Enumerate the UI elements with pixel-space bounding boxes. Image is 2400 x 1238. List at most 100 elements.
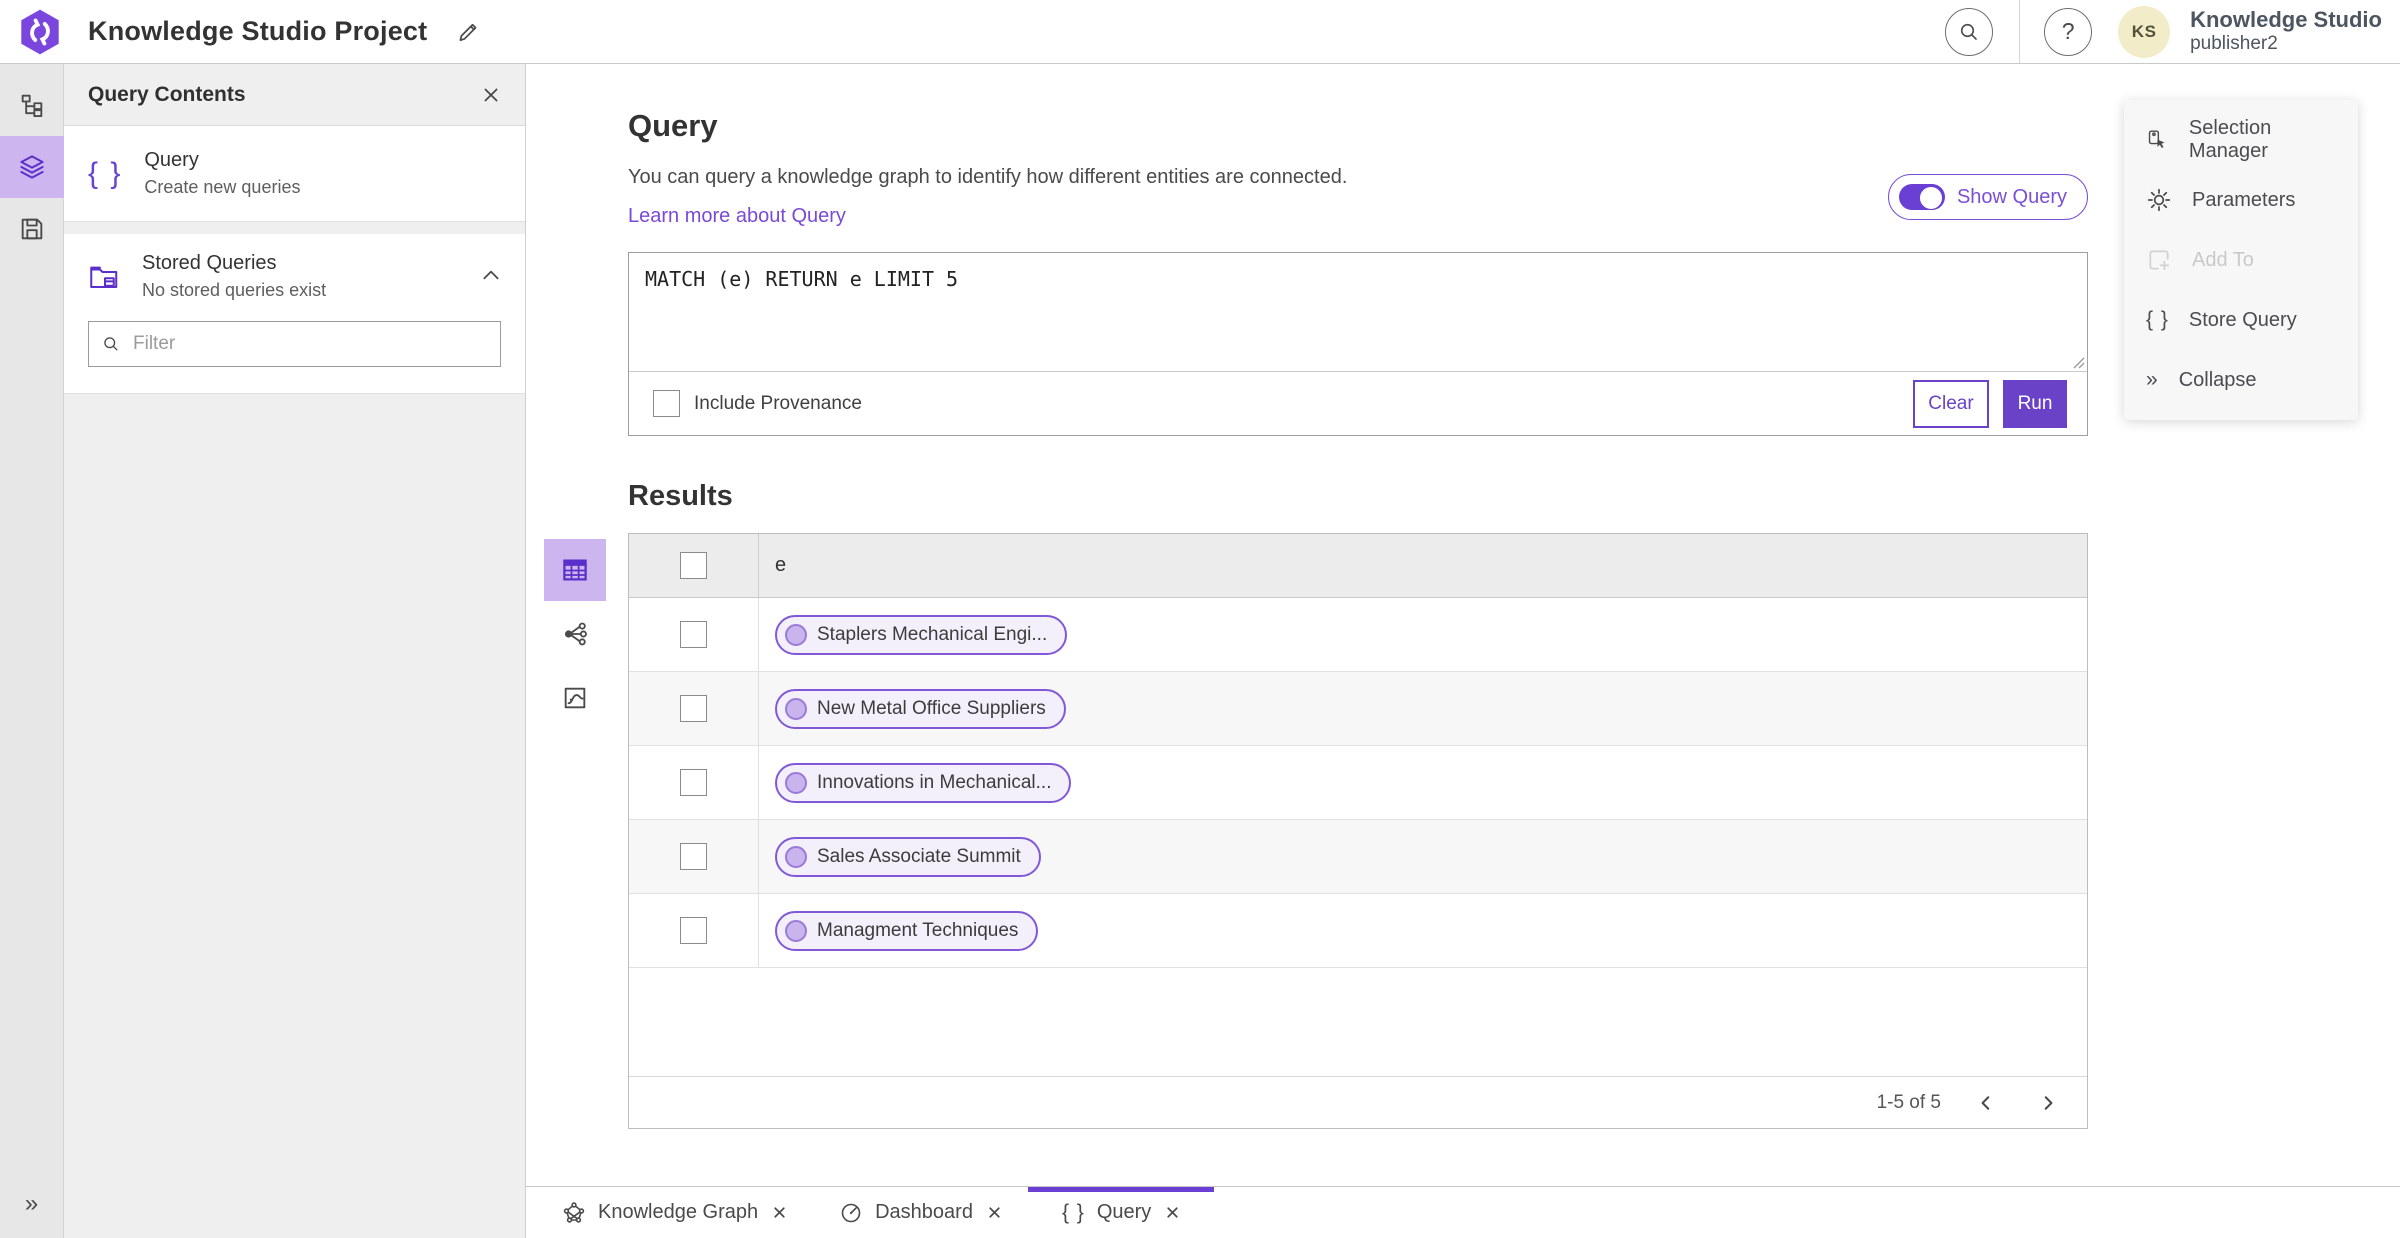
link-chart-icon <box>564 622 587 646</box>
menu-item-store-query[interactable]: { } Store Query <box>2124 290 2358 350</box>
table-header-row: e <box>629 534 2087 598</box>
table-pagination: 1-5 of 5 <box>629 1076 2087 1128</box>
prev-page-button[interactable] <box>1969 1086 2003 1120</box>
table-row[interactable]: Innovations in Mechanical... <box>629 746 2087 820</box>
rail-item-contents[interactable] <box>0 136 64 198</box>
table-empty-space <box>629 968 2087 1076</box>
panel-close-button[interactable] <box>481 85 501 105</box>
menu-item-selection-manager[interactable]: Selection Manager <box>2124 110 2358 170</box>
filter-input[interactable] <box>133 333 488 355</box>
menu-item-collapse[interactable]: » Collapse <box>2124 350 2358 410</box>
close-icon <box>774 1207 785 1218</box>
entity-chip[interactable]: New Metal Office Suppliers <box>775 688 1066 729</box>
row-checkbox[interactable] <box>680 695 707 722</box>
entity-dot-icon <box>785 771 807 794</box>
filter-field <box>88 321 501 367</box>
map-view-button[interactable] <box>544 667 606 729</box>
pencil-icon <box>459 23 477 41</box>
row-checkbox[interactable] <box>680 621 707 648</box>
panel-title: Query Contents <box>88 82 246 106</box>
include-provenance-checkbox[interactable] <box>653 390 680 417</box>
account-name: Knowledge Studio <box>2190 6 2382 32</box>
top-bar-right: ? KS Knowledge Studio publisher2 <box>1945 0 2400 63</box>
menu-item-parameters[interactable]: Parameters <box>2124 170 2358 230</box>
rail-item-data-model[interactable] <box>0 74 64 136</box>
chevron-up-icon <box>483 270 499 280</box>
help-button[interactable]: ? <box>2044 7 2093 56</box>
include-provenance-label: Include Provenance <box>694 392 862 414</box>
table-row[interactable]: Managment Techniques <box>629 894 2087 968</box>
entity-chip[interactable]: Innovations in Mechanical... <box>775 762 1072 803</box>
search-button[interactable] <box>1945 7 1994 56</box>
entity-chip[interactable]: Staplers Mechanical Engi... <box>775 614 1068 655</box>
tab-dashboard[interactable]: Dashboard <box>813 1187 1028 1238</box>
edit-title-button[interactable] <box>455 19 481 45</box>
results-table: e Staplers Mechanical Engi... New Metal … <box>628 533 2088 1129</box>
stored-queries-section: Stored Queries No stored queries exist <box>64 234 525 394</box>
select-all-checkbox[interactable] <box>680 552 707 579</box>
entity-chip[interactable]: Sales Associate Summit <box>775 836 1041 877</box>
dashboard-gauge-icon <box>841 1203 861 1222</box>
show-query-toggle[interactable]: Show Query <box>1887 174 2088 220</box>
resize-grip-icon[interactable] <box>2071 355 2085 369</box>
rail-item-save[interactable] <box>0 198 64 260</box>
close-tab-button[interactable] <box>1165 1205 1180 1220</box>
table-row[interactable]: Sales Associate Summit <box>629 820 2087 894</box>
avatar[interactable]: KS <box>2118 5 2171 58</box>
row-checkbox[interactable] <box>680 917 707 944</box>
header-divider <box>2019 0 2021 63</box>
double-chevron-icon: » <box>24 1190 39 1217</box>
row-checkbox[interactable] <box>680 769 707 796</box>
toggle-switch <box>1898 184 1945 210</box>
panel-item-query[interactable]: { } Query Create new queries <box>64 126 525 222</box>
gear-icon <box>2147 188 2171 212</box>
run-button[interactable]: Run <box>2003 379 2067 428</box>
stored-queries-label: Stored Queries <box>142 252 277 274</box>
row-checkbox[interactable] <box>680 843 707 870</box>
query-editor-footer: Include Provenance Clear Run <box>629 371 2087 435</box>
chevron-right-icon <box>2044 1095 2053 1110</box>
save-icon <box>21 218 42 240</box>
panel-header: Query Contents <box>64 64 525 126</box>
link-chart-view-button[interactable] <box>544 603 606 665</box>
tab-query[interactable]: { } Query <box>1028 1187 1214 1238</box>
tab-knowledge-graph[interactable]: Knowledge Graph <box>536 1187 813 1238</box>
chevron-left-icon <box>1981 1095 1990 1110</box>
stored-queries-sublabel: No stored queries exist <box>142 280 327 300</box>
close-icon <box>1167 1207 1178 1218</box>
panel-item-query-label: Query <box>144 149 199 171</box>
account-info[interactable]: Knowledge Studio publisher2 <box>2190 7 2382 56</box>
collapse-section-button[interactable] <box>481 268 501 285</box>
next-page-button[interactable] <box>2031 1086 2065 1120</box>
query-editor-input[interactable]: MATCH (e) RETURN e LIMIT 5 <box>629 253 2087 371</box>
stored-queries-header[interactable]: Stored Queries No stored queries exist <box>64 234 525 305</box>
query-tools-menu: Selection Manager Parameters Add To {} … <box>2124 100 2358 420</box>
entity-dot-icon <box>785 623 807 646</box>
entity-dot-icon <box>785 697 807 720</box>
main-area: Query You can query a knowledge graph to… <box>526 64 2400 1238</box>
table-view-button[interactable] <box>544 539 606 601</box>
account-username: publisher2 <box>2190 33 2278 55</box>
collapse-chevrons-icon: » <box>2146 368 2159 391</box>
table-icon <box>563 559 587 581</box>
show-query-label: Show Query <box>1956 185 2067 208</box>
table-row[interactable]: New Metal Office Suppliers <box>629 672 2087 746</box>
stored-queries-folder-icon <box>90 266 118 288</box>
map-icon <box>564 687 586 709</box>
results-heading: Results <box>628 480 733 512</box>
entity-chip[interactable]: Managment Techniques <box>775 910 1039 951</box>
learn-more-link[interactable]: Learn more about Query <box>628 205 846 227</box>
app-logo-icon[interactable] <box>18 8 62 56</box>
expand-rail-button[interactable]: » <box>0 1180 64 1228</box>
entity-dot-icon <box>785 845 807 868</box>
query-braces-icon: { } <box>88 156 123 190</box>
pagination-range: 1-5 of 5 <box>1876 1091 1941 1113</box>
clear-button[interactable]: Clear <box>1913 379 1989 428</box>
table-row[interactable]: Staplers Mechanical Engi... <box>629 598 2087 672</box>
close-icon <box>989 1207 1000 1218</box>
selection-manager-icon <box>2148 130 2165 149</box>
results-view-toolbar <box>544 539 606 729</box>
layers-icon <box>19 155 44 179</box>
close-tab-button[interactable] <box>772 1205 787 1220</box>
close-tab-button[interactable] <box>987 1205 1002 1220</box>
